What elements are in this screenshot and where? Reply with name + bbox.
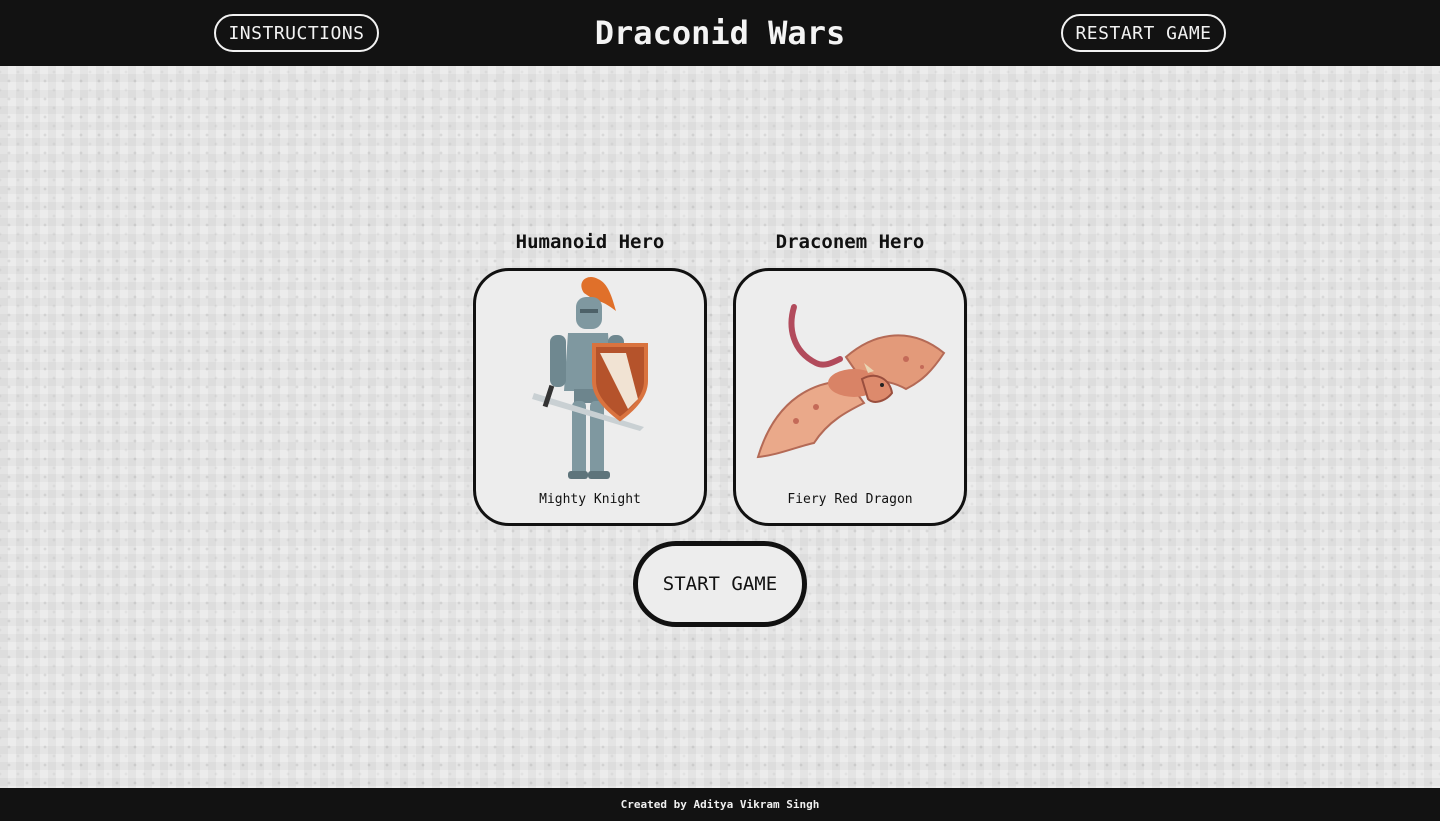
dragon-icon xyxy=(756,304,946,459)
humanoid-hero-column: Humanoid Hero Mighty Knight xyxy=(473,228,707,526)
humanoid-hero-heading: Humanoid Hero xyxy=(515,231,665,253)
start-game-button[interactable]: START GAME xyxy=(633,541,807,627)
hero-name-knight: Mighty Knight xyxy=(539,492,641,507)
footer: Created by Aditya Vikram Singh xyxy=(0,788,1440,821)
draconem-hero-card[interactable]: Fiery Red Dragon xyxy=(733,268,967,526)
background-pattern xyxy=(0,66,1440,788)
footer-credit: Created by Aditya Vikram Singh xyxy=(620,798,820,811)
draconem-hero-column: Draconem Hero Fiery Red Dragon xyxy=(733,228,967,526)
knight-icon xyxy=(532,276,648,479)
hero-name-dragon: Fiery Red Dragon xyxy=(787,492,913,507)
humanoid-hero-card[interactable]: Mighty Knight xyxy=(473,268,707,526)
top-bar: INSTRUCTIONS Draconid Wars RESTART GAME xyxy=(0,0,1440,66)
restart-game-button[interactable]: RESTART GAME xyxy=(1061,14,1226,52)
draconem-hero-heading: Draconem Hero xyxy=(775,231,925,253)
